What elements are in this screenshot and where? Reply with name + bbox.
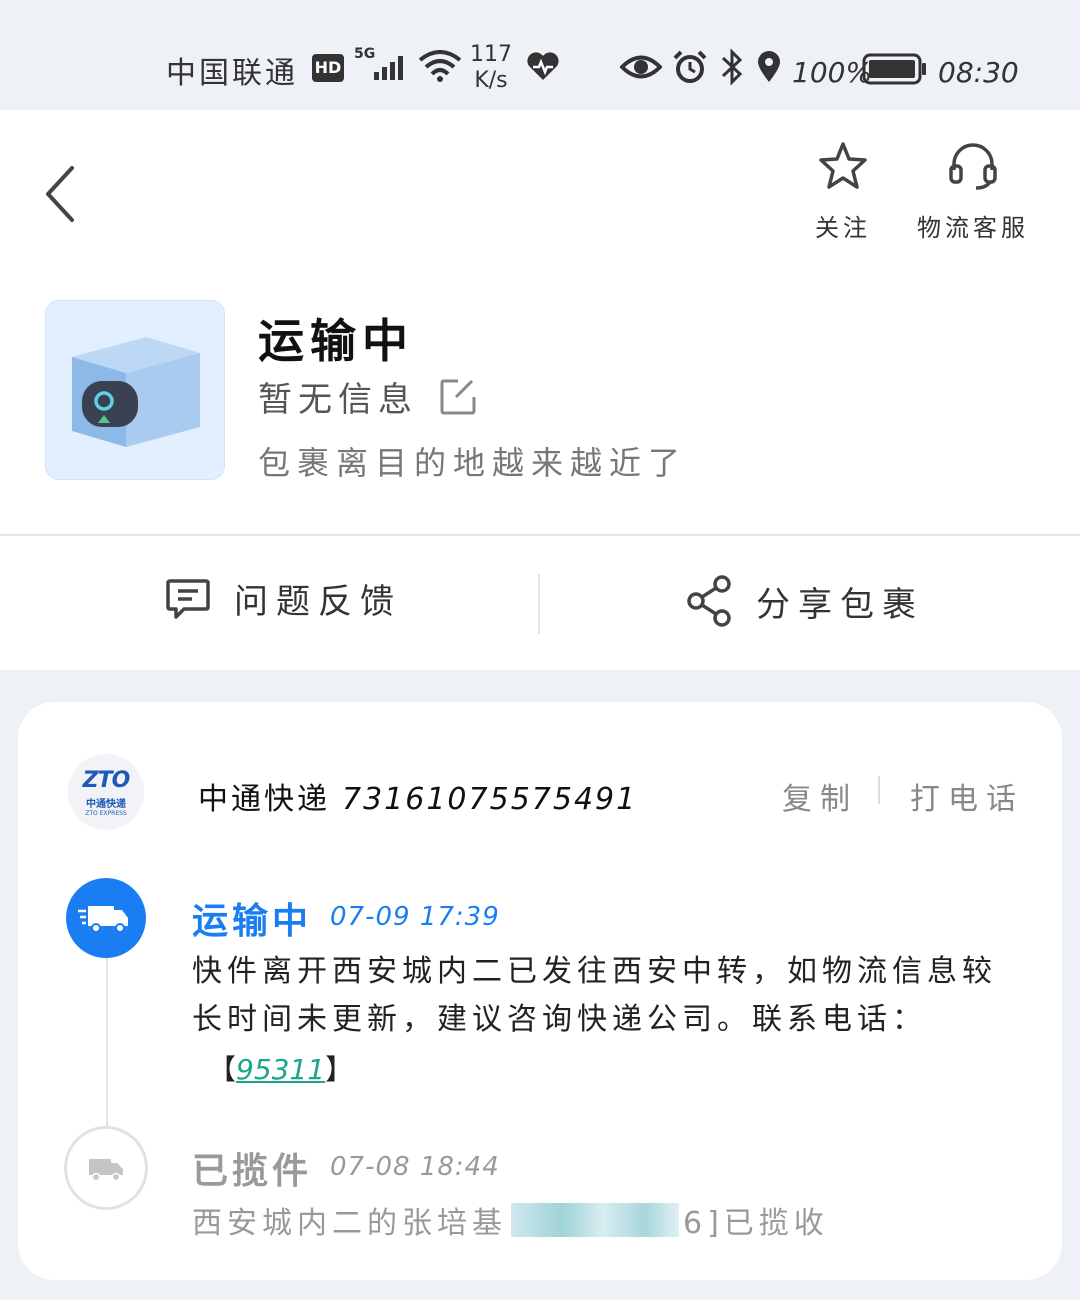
package-header: 关注 物流客服 运输中 暂无信息 包裹离目的地越来越近了 [0, 110, 1080, 535]
zto-logo-cn: 中通快递 [86, 799, 126, 810]
logistics-service-button[interactable]: 物流客服 [908, 140, 1038, 243]
battery-icon [862, 53, 926, 85]
zto-logo: ZTO 中通快递 ZTO EXPRESS [68, 754, 144, 830]
event-phone-row: 【95311】 [208, 1048, 353, 1088]
event-status: 已揽件 [192, 1151, 313, 1192]
alarm-icon [673, 50, 707, 83]
headset-icon [949, 143, 997, 190]
action-separator [538, 574, 540, 634]
phone-bracket-close: 】 [325, 1053, 354, 1086]
package-name-row: 暂无信息 [258, 372, 478, 421]
event-time: 07-08 18:44 [330, 1152, 500, 1182]
zto-logo-mark: ZTO [82, 768, 131, 793]
tracking-number: 73161075575491 [342, 782, 638, 817]
share-package-button[interactable]: 分享包裹 [686, 574, 924, 628]
shipping-status-title: 运输中 [258, 314, 414, 368]
hd-badge: HD [312, 54, 344, 82]
courier-info: 中通快递 73161075575491 [198, 774, 637, 818]
zto-logo-en: ZTO EXPRESS [85, 810, 127, 817]
truck-icon [78, 906, 128, 933]
clock: 08:30 [938, 56, 1019, 89]
location-icon [758, 51, 780, 82]
courier-name: 中通快递 [198, 782, 330, 817]
phone-link[interactable]: 95311 [236, 1053, 325, 1086]
tracking-card: ZTO 中通快递 ZTO EXPRESS 中通快递 73161075575491 … [18, 702, 1062, 1280]
heart-rate-icon [527, 52, 559, 80]
copy-button[interactable]: 复制 [782, 774, 858, 818]
wifi-icon [418, 50, 462, 82]
service-label: 物流客服 [917, 214, 1029, 242]
follow-label: 关注 [815, 214, 871, 242]
back-arrow-icon[interactable] [40, 162, 84, 226]
eye-comfort-icon [620, 55, 662, 79]
event-description: 快件离开西安城内二已发往西安中转，如物流信息较长时间未更新，建议咨询快递公司。联… [192, 954, 997, 1037]
copy-separator [878, 776, 880, 804]
battery-percent: 100% [792, 56, 873, 89]
share-label: 分享包裹 [756, 584, 924, 625]
net-speed-unit: K/s [474, 68, 508, 93]
net-speed: 117 K/s [470, 42, 512, 94]
event-time: 07-09 17:39 [330, 902, 500, 932]
truck-icon-grey [89, 1159, 123, 1182]
star-icon [819, 142, 867, 189]
signal-icon [374, 56, 403, 80]
net-speed-value: 117 [470, 42, 512, 67]
status-bar: 中国联通 HD 5G 117 K/s 100% 08:30 [0, 0, 1080, 110]
package-thumbnail [45, 300, 225, 480]
share-icon [687, 575, 731, 627]
bluetooth-icon [721, 48, 743, 86]
feedback-label: 问题反馈 [234, 582, 402, 622]
timeline-line [106, 952, 108, 1128]
timeline-dot-active [66, 878, 146, 958]
package-name: 暂无信息 [258, 380, 418, 420]
call-button[interactable]: 打电话 [910, 774, 1024, 818]
event-status: 运输中 [192, 901, 313, 942]
timeline-dot-past [64, 1126, 148, 1210]
edit-icon[interactable] [438, 377, 478, 417]
package-box-icon [72, 337, 200, 447]
feedback-button[interactable]: 问题反馈 [164, 574, 402, 623]
carrier-label: 中国联通 [166, 56, 298, 91]
status-description: 包裹离目的地越来越近了 [258, 444, 688, 482]
event-description-suffix: 6]已揽收 [683, 1206, 829, 1241]
event-description: 西安城内二的张培基 6]已揽收 [192, 1198, 829, 1242]
redacted-phone [511, 1203, 679, 1237]
follow-button[interactable]: 关注 [810, 140, 876, 243]
action-row: 问题反馈 分享包裹 [0, 536, 1080, 670]
event-description-prefix: 西安城内二的张培基 [192, 1206, 507, 1241]
phone-bracket-open: 【 [208, 1053, 237, 1086]
feedback-chat-icon [166, 578, 210, 619]
